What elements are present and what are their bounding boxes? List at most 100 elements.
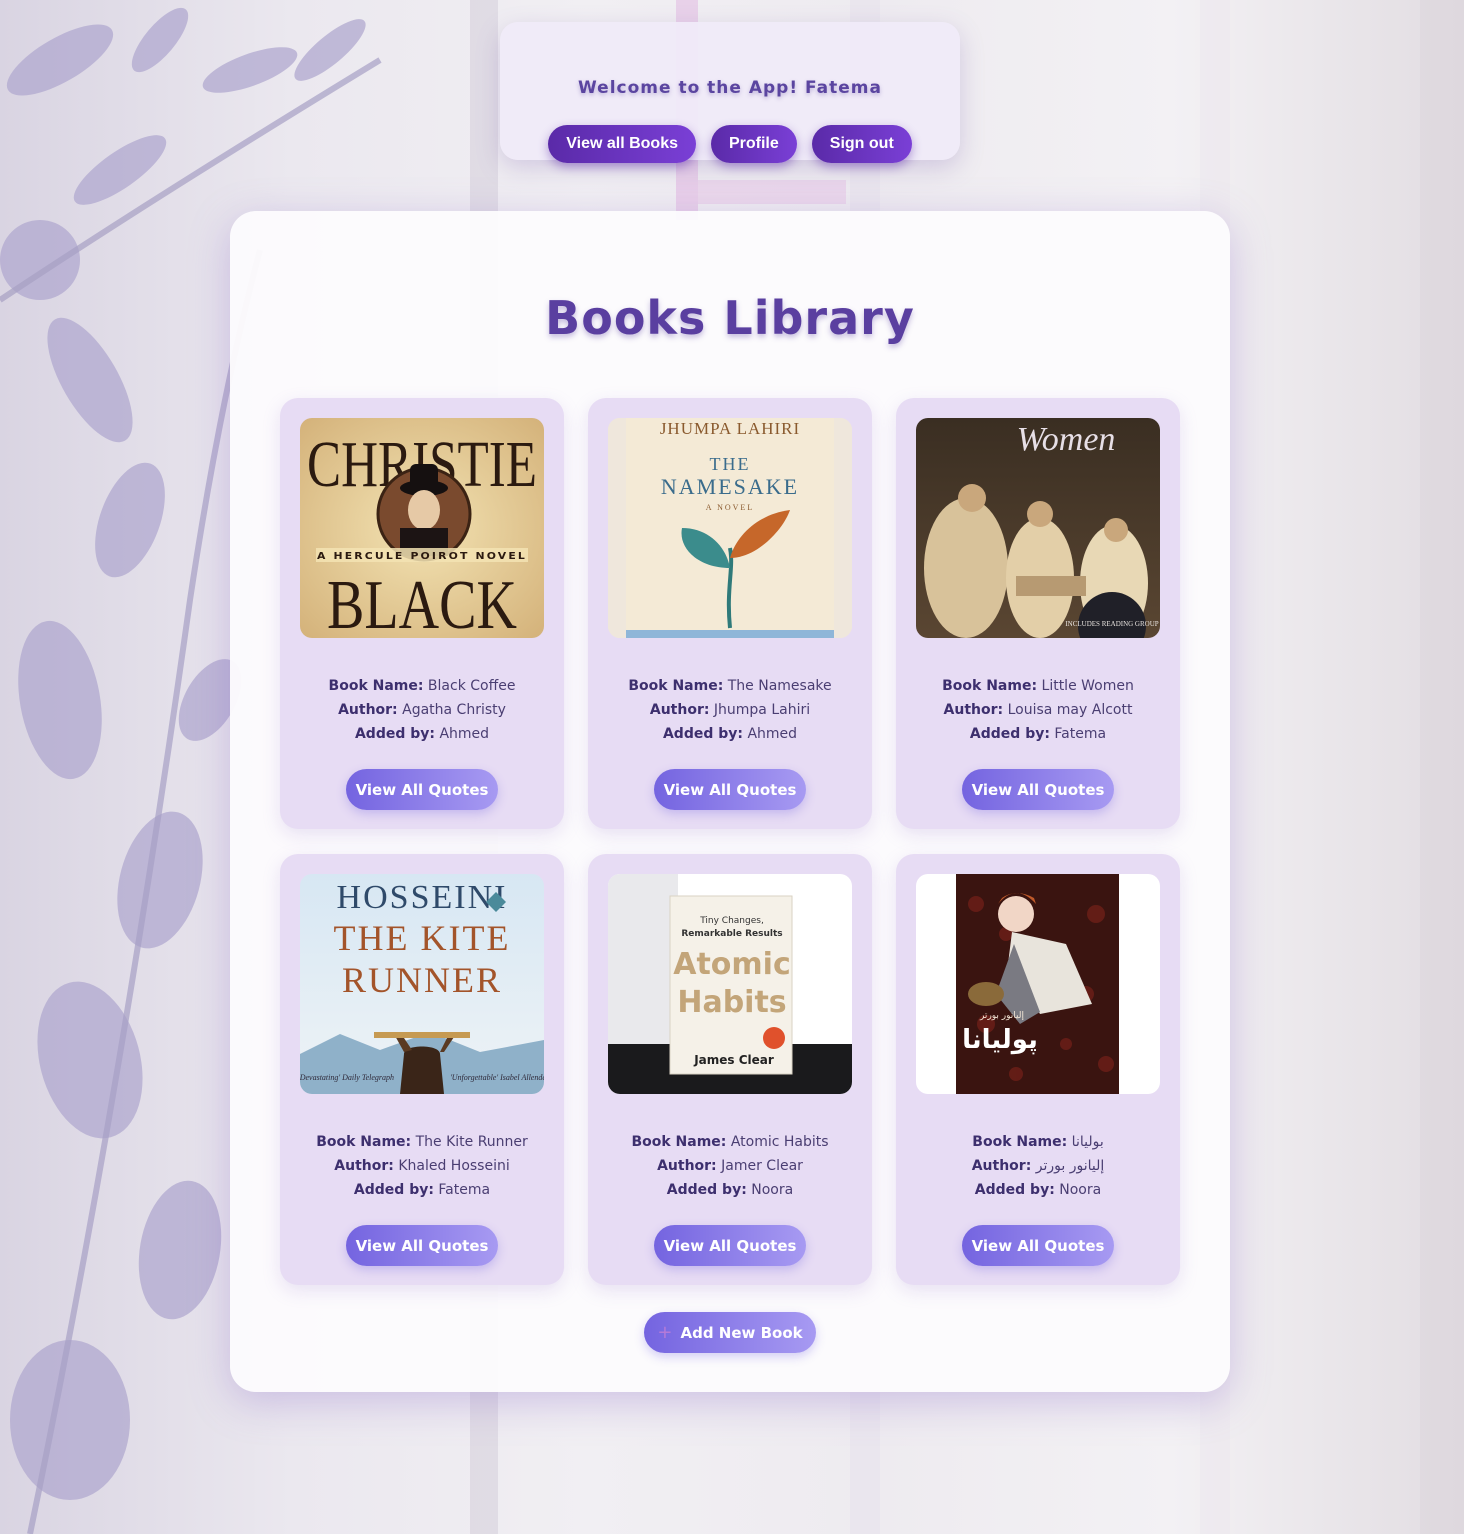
cover-text: A HERCULE POIROT NOVEL	[317, 551, 527, 562]
book-card: Tiny Changes, Remarkable Results Atomic …	[588, 854, 872, 1285]
cover-text: إليانور بورتر	[979, 1011, 1024, 1021]
cover-text: NAMESAKE	[661, 474, 799, 499]
book-cover[interactable]: JHUMPA LAHIRI THE NAMESAKE A NOVEL	[608, 418, 852, 638]
book-cover[interactable]: CHRISTIE A HERCULE POIROT NOVEL BLACK	[300, 418, 544, 638]
author-line: Author: Agatha Christy	[280, 698, 564, 722]
book-name: Little Women	[1041, 678, 1134, 694]
profile-button[interactable]: Profile	[710, 125, 797, 163]
header-panel: Welcome to the App! Fatema View all Book…	[500, 22, 960, 163]
added-by-label: Added by:	[354, 726, 435, 742]
book-name: The Kite Runner	[415, 1134, 528, 1150]
added-by-line: Added by: Noora	[896, 1178, 1180, 1202]
author-name: Agatha Christy	[402, 702, 506, 718]
added-by-label: Added by:	[974, 1182, 1055, 1198]
book-name-line: Book Name: The Namesake	[588, 674, 872, 698]
cover-text: پوليانا	[962, 1025, 1038, 1055]
add-new-book-button[interactable]: + Add New Book	[644, 1312, 816, 1353]
cover-text: Tiny Changes,	[699, 916, 764, 926]
cover-text: James Clear	[693, 1053, 774, 1067]
book-name: Black Coffee	[427, 678, 516, 694]
view-all-quotes-button[interactable]: View All Quotes	[654, 1225, 806, 1266]
added-by-line: Added by: Ahmed	[280, 722, 564, 746]
added-by-label: Added by:	[666, 1182, 747, 1198]
book-info: Book Name: The Namesake Author: Jhumpa L…	[588, 674, 872, 746]
book-card: إليانور بورتر پوليانا Book Name: بوليانا…	[896, 854, 1180, 1285]
book-name: Atomic Habits	[730, 1134, 829, 1150]
book-name-label: Book Name:	[631, 1134, 727, 1150]
book-cover[interactable]: إليانور بورتر پوليانا	[916, 874, 1160, 1094]
cover-pollyanna: إليانور بورتر پوليانا	[916, 874, 1160, 1094]
book-info: Book Name: The Kite Runner Author: Khale…	[280, 1130, 564, 1202]
view-all-quotes-button[interactable]: View All Quotes	[962, 1225, 1114, 1266]
view-all-quotes-button[interactable]: View All Quotes	[346, 769, 498, 810]
book-card: HOSSEINI THE KITE RUNNER 'Devastating' D…	[280, 854, 564, 1285]
author-label: Author:	[649, 702, 710, 718]
cover-atomic-habits: Tiny Changes, Remarkable Results Atomic …	[608, 874, 852, 1094]
view-all-books-button[interactable]: View all Books	[548, 125, 696, 163]
added-by-label: Added by:	[969, 726, 1050, 742]
cover-text: THE	[710, 454, 751, 474]
book-name-label: Book Name:	[628, 678, 724, 694]
book-cover[interactable]: Tiny Changes, Remarkable Results Atomic …	[608, 874, 852, 1094]
book-name: The Namesake	[727, 678, 832, 694]
book-name-line: Book Name: Atomic Habits	[588, 1130, 872, 1154]
book-name-line: Book Name: The Kite Runner	[280, 1130, 564, 1154]
view-all-quotes-button[interactable]: View All Quotes	[654, 769, 806, 810]
book-name-label: Book Name:	[942, 678, 1038, 694]
author-name: إليانور بورتر	[1035, 1158, 1105, 1174]
cover-text: 'Devastating' Daily Telegraph	[300, 1073, 394, 1082]
author-name: Khaled Hosseini	[398, 1158, 510, 1174]
added-by-name: Noora	[751, 1182, 794, 1198]
cover-text: Remarkable Results	[681, 929, 782, 939]
added-by-line: Added by: Ahmed	[588, 722, 872, 746]
author-label: Author:	[971, 1158, 1032, 1174]
book-name-label: Book Name:	[972, 1134, 1068, 1150]
author-label: Author:	[657, 1158, 717, 1174]
added-by-name: Ahmed	[747, 726, 798, 742]
cover-text: INCLUDES READING GROUP	[1065, 620, 1158, 628]
view-all-quotes-button[interactable]: View All Quotes	[346, 1225, 498, 1266]
author-line: Author: Louisa may Alcott	[896, 698, 1180, 722]
sign-out-button[interactable]: Sign out	[811, 125, 912, 163]
cover-text: HOSSEINI	[337, 879, 508, 916]
author-name: Jhumpa Lahiri	[713, 702, 811, 718]
book-info: Book Name: Black Coffee Author: Agatha C…	[280, 674, 564, 746]
book-card: JHUMPA LAHIRI THE NAMESAKE A NOVEL Book …	[588, 398, 872, 829]
author-line: Author: Jhumpa Lahiri	[588, 698, 872, 722]
page-title: Books Library	[545, 291, 915, 345]
book-card: CHRISTIE A HERCULE POIROT NOVEL BLACK Bo…	[280, 398, 564, 829]
author-line: Author: Jamer Clear	[588, 1154, 872, 1178]
book-info: Book Name: بوليانا Author: إليانور بورتر…	[896, 1130, 1180, 1202]
view-all-quotes-button[interactable]: View All Quotes	[962, 769, 1114, 810]
author-name: Louisa may Alcott	[1007, 702, 1133, 718]
book-card: Women INCLUDES READING GROUP Book Name: …	[896, 398, 1180, 829]
cover-text: BLACK	[327, 567, 517, 638]
book-cover[interactable]: HOSSEINI THE KITE RUNNER 'Devastating' D…	[300, 874, 544, 1094]
author-label: Author:	[334, 1158, 394, 1174]
book-name-label: Book Name:	[316, 1134, 412, 1150]
cover-text: JHUMPA LAHIRI	[660, 419, 800, 438]
added-by-label: Added by:	[353, 1182, 434, 1198]
added-by-name: Fatema	[438, 1182, 491, 1198]
book-name-line: Book Name: بوليانا	[896, 1130, 1180, 1154]
add-new-book-label: Add New Book	[680, 1323, 803, 1342]
welcome-message: Welcome to the App! Fatema	[578, 78, 882, 98]
book-name-line: Book Name: Little Women	[896, 674, 1180, 698]
book-name-label: Book Name:	[328, 678, 424, 694]
added-by-label: Added by:	[662, 726, 743, 742]
nav-bar: View all Books Profile Sign out	[500, 125, 960, 163]
cover-text: A NOVEL	[706, 503, 754, 512]
book-info: Book Name: Little Women Author: Louisa m…	[896, 674, 1180, 746]
author-label: Author:	[338, 702, 398, 718]
book-name-line: Book Name: Black Coffee	[280, 674, 564, 698]
added-by-line: Added by: Fatema	[280, 1178, 564, 1202]
plus-icon: +	[657, 1322, 673, 1343]
cover-little-women: Women INCLUDES READING GROUP	[916, 418, 1160, 638]
book-info: Book Name: Atomic Habits Author: Jamer C…	[588, 1130, 872, 1202]
cover-text: Habits	[677, 985, 786, 1020]
author-label: Author:	[943, 702, 1004, 718]
book-cover[interactable]: Women INCLUDES READING GROUP	[916, 418, 1160, 638]
added-by-line: Added by: Fatema	[896, 722, 1180, 746]
added-by-name: Fatema	[1054, 726, 1107, 742]
added-by-line: Added by: Noora	[588, 1178, 872, 1202]
